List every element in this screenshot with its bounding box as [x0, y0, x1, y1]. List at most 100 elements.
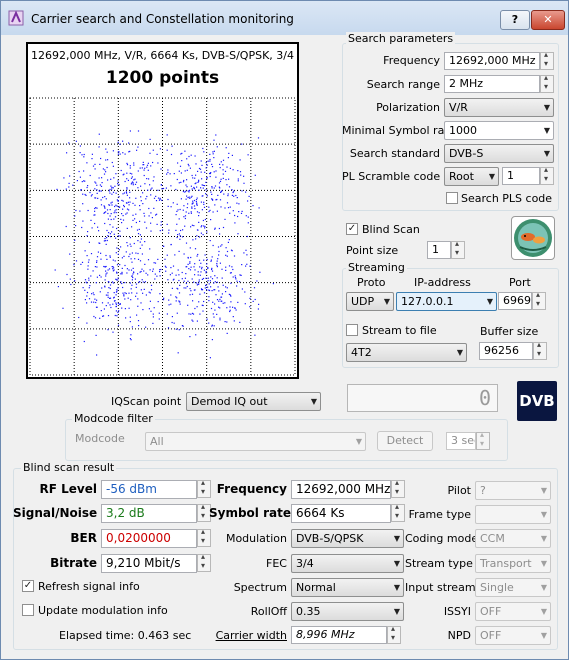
constellation-point [225, 179, 227, 181]
search-pls-checkbox[interactable] [446, 192, 458, 204]
input-stream-select[interactable]: Single ▼ [475, 578, 551, 597]
search-range-input[interactable]: 2 MHz [444, 75, 540, 93]
iq-scan-point-select[interactable]: Demod IQ out ▼ [186, 392, 321, 411]
search-standard-select[interactable]: DVB-S ▼ [444, 144, 554, 163]
buffer-size-input[interactable]: 96256 [479, 342, 533, 360]
coding-mode-select[interactable]: CCM ▼ [475, 529, 551, 548]
constellation-point [211, 186, 213, 188]
constellation-point [190, 154, 192, 156]
issyi-select[interactable]: OFF ▼ [475, 602, 551, 621]
constellation-point [258, 303, 260, 305]
constellation-point [128, 292, 130, 294]
pl-scramble-spinner[interactable] [540, 165, 554, 185]
constellation-point [133, 272, 135, 274]
symbol-rate-spinner[interactable] [391, 502, 405, 522]
ip-address-select[interactable]: 127.0.0.1 ▼ [396, 292, 497, 311]
port-input[interactable]: 6969 [498, 292, 532, 310]
constellation-point [104, 196, 106, 198]
detect-button[interactable]: Detect [377, 431, 433, 451]
spectrum-select[interactable]: Normal ▼ [291, 578, 404, 597]
constellation-point [117, 302, 119, 305]
constellation-point [219, 180, 222, 182]
frequency-spinner[interactable] [540, 50, 554, 70]
point-size-spinner[interactable] [451, 239, 465, 259]
constellation-point [212, 244, 214, 247]
constellation-point [134, 278, 136, 280]
constellation-point [96, 266, 98, 268]
help-button[interactable]: ? [500, 10, 530, 30]
constellation-point [229, 272, 232, 274]
constellation-point [211, 163, 213, 165]
constellation-point [107, 315, 110, 317]
constellation-point [149, 300, 151, 302]
constellation-point [209, 240, 211, 242]
fec-select[interactable]: 3/4 ▼ [291, 554, 404, 573]
constellation-point [194, 289, 196, 291]
constellation-point [157, 258, 159, 260]
close-button[interactable]: ✕ [531, 10, 565, 30]
stream-type-select[interactable]: Transport ▼ [475, 554, 551, 573]
constellation-point [213, 150, 215, 152]
frame-type-select[interactable]: ▼ [475, 505, 551, 524]
constellation-point [119, 303, 121, 305]
constellation-point [126, 172, 128, 174]
constellation-point [210, 307, 213, 310]
constellation-point [155, 195, 157, 197]
rolloff-select[interactable]: 0.35 ▼ [291, 602, 404, 621]
detect-time-input[interactable]: 3 sec [446, 432, 476, 450]
constellation-point [182, 190, 184, 193]
constellation-point [94, 298, 96, 300]
refresh-signal-checkbox[interactable]: ✓ [22, 580, 34, 592]
polarization-select[interactable]: V/R ▼ [444, 98, 554, 117]
rf-level-label: RF Level [39, 482, 97, 496]
modulation-select[interactable]: DVB-S/QPSK ▼ [291, 529, 404, 548]
constellation-point [146, 178, 148, 180]
constellation-point [139, 234, 141, 236]
carrier-width-spinner[interactable] [387, 624, 401, 644]
update-modulation-checkbox[interactable] [22, 604, 34, 616]
port-spinner[interactable] [532, 290, 546, 310]
constellation-point [183, 179, 185, 182]
constellation-point [137, 146, 139, 148]
constellation-point [177, 269, 179, 271]
result-frequency-spinner[interactable] [391, 478, 405, 498]
stream-to-file-checkbox[interactable] [346, 324, 358, 336]
constellation-point [237, 233, 239, 235]
npd-select[interactable]: OFF ▼ [475, 626, 551, 645]
constellation-point [176, 178, 178, 181]
signal-level-display: 0 [347, 384, 498, 412]
pilot-select[interactable]: ? ▼ [475, 481, 551, 500]
blind-scan-checkbox[interactable]: ✓ [346, 223, 358, 235]
constellation-point [233, 195, 235, 197]
detect-time-spinner[interactable] [476, 430, 490, 450]
constellation-point [241, 143, 243, 145]
search-range-spinner[interactable] [540, 73, 554, 93]
constellation-point [194, 208, 196, 210]
constellation-point [76, 180, 78, 182]
constellation-point [230, 282, 232, 284]
constellation-point [148, 308, 150, 310]
pl-scramble-mode-select[interactable]: Root ▼ [444, 167, 499, 186]
proto-select[interactable]: UDP ▼ [346, 292, 394, 311]
constellation-point [100, 252, 102, 254]
frequency-input[interactable]: 12692,000 MHz [444, 52, 540, 70]
constellation-point [129, 237, 131, 239]
polarization-label: Polarization [376, 101, 440, 114]
point-size-input[interactable]: 1 [427, 241, 451, 259]
constellation-point [195, 201, 197, 203]
constellation-point [194, 183, 196, 185]
min-symbol-rate-select[interactable]: 1000 ▼ [444, 121, 554, 140]
buffer-size-spinner[interactable] [533, 340, 547, 360]
modcode-select[interactable]: All ▼ [145, 432, 366, 451]
constellation-point [222, 302, 224, 304]
constellation-point [113, 233, 115, 235]
constellation-point [205, 189, 207, 191]
app-logo[interactable] [511, 216, 555, 260]
pl-scramble-value-input[interactable]: 1 [502, 167, 540, 185]
constellation-point [150, 310, 152, 312]
file-format-select[interactable]: 4T2 ▼ [346, 343, 467, 362]
carrier-width-label[interactable]: Carrier width [209, 629, 287, 642]
constellation-point [109, 297, 111, 299]
constellation-point [178, 279, 180, 282]
constellation-point [148, 207, 150, 210]
